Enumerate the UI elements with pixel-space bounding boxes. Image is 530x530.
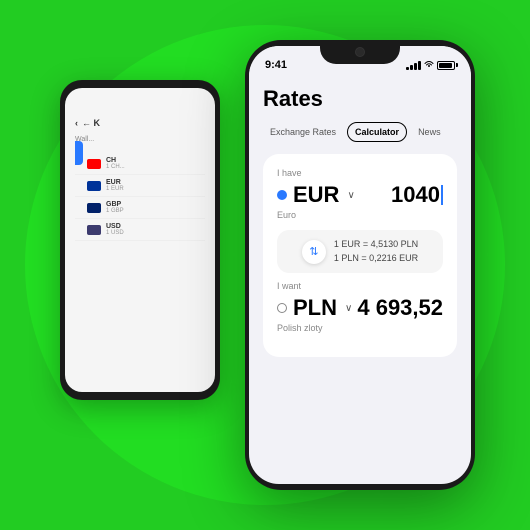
status-time: 9:41	[265, 59, 287, 71]
gbp-flag	[87, 203, 101, 213]
want-currency-selector[interactable]: PLN ∨	[277, 295, 352, 321]
gbp-sub: 1 GBP	[106, 208, 124, 214]
eur-info: EUR 1 EUR	[106, 179, 124, 192]
app-content: Rates Exchange Rates Calculator News Com…	[249, 78, 471, 357]
usd-info: USD 1 USD	[106, 223, 124, 236]
have-currency-name: Euro	[277, 210, 443, 220]
usd-flag	[87, 225, 101, 235]
bg-wallet-label: Wall...	[75, 136, 205, 143]
tabs-container: Exchange Rates Calculator News Commentar…	[263, 122, 457, 142]
battery-fill	[439, 63, 452, 68]
background-phone: ‹ ← K Wall... CH 1 CH...	[60, 80, 220, 400]
battery-icon	[437, 61, 455, 70]
rate-line-2: 1 PLN = 0,2216 EUR	[334, 253, 418, 263]
rate-line-1: 1 EUR = 4,5130 PLN	[334, 239, 418, 249]
want-chevron-icon: ∨	[345, 303, 352, 314]
swap-button[interactable]: ⇅	[302, 240, 326, 264]
want-currency-code: PLN	[293, 295, 337, 321]
background-phone-screen: ‹ ← K Wall... CH 1 CH...	[65, 88, 215, 392]
have-currency-row: EUR ∨ 1040	[277, 182, 443, 208]
text-cursor	[441, 185, 443, 205]
have-currency-code: EUR	[293, 182, 339, 208]
have-currency-dot	[277, 190, 287, 200]
wifi-icon	[424, 60, 434, 70]
bg-header-text: ← K	[82, 118, 100, 128]
have-amount-container[interactable]: 1040	[391, 182, 443, 208]
signal-bar-3	[414, 63, 417, 70]
main-phone-screen: 9:41	[249, 46, 471, 484]
bg-currency-chf: CH 1 CH...	[75, 153, 205, 175]
want-currency-name: Polish zloty	[277, 323, 443, 333]
signal-bars	[406, 61, 421, 70]
bg-currency-eur: EUR 1 EUR	[75, 175, 205, 197]
gbp-info: GBP 1 GBP	[106, 201, 124, 214]
tab-exchange-rates[interactable]: Exchange Rates	[263, 123, 343, 141]
usd-code: USD	[106, 223, 124, 230]
rate-text: 1 EUR = 4,5130 PLN 1 PLN = 0,2216 EUR	[334, 238, 418, 265]
exchange-rate-box: ⇅ 1 EUR = 4,5130 PLN 1 PLN = 0,2216 EUR	[277, 230, 443, 273]
chf-flag	[87, 159, 101, 169]
main-phone: 9:41	[245, 40, 475, 490]
bg-back-icon: ‹	[75, 118, 78, 128]
calculator-card: I have EUR ∨ 1040 Euro	[263, 154, 457, 357]
want-currency-row: PLN ∨ 4 693,52	[277, 295, 443, 321]
chf-info: CH 1 CH...	[106, 157, 125, 170]
page-title: Rates	[263, 86, 457, 112]
bg-currency-gbp: GBP 1 GBP	[75, 197, 205, 219]
phone-notch	[320, 40, 400, 64]
want-section: I want PLN ∨ 4 693,52 Polish zloty	[277, 281, 443, 333]
want-currency-dot	[277, 303, 287, 313]
have-amount: 1040	[391, 182, 440, 208]
signal-bar-1	[406, 67, 409, 70]
want-amount: 4 693,52	[357, 295, 443, 321]
bg-phone-header: ‹ ← K	[75, 118, 205, 128]
tab-commentaries[interactable]: Commentaries	[452, 123, 457, 141]
signal-bar-2	[410, 65, 413, 70]
eur-code: EUR	[106, 179, 124, 186]
tab-calculator[interactable]: Calculator	[347, 122, 407, 142]
chf-code: CH	[106, 157, 125, 164]
have-currency-selector[interactable]: EUR ∨	[277, 182, 355, 208]
status-icons	[406, 60, 455, 70]
eur-sub: 1 EUR	[106, 186, 124, 192]
signal-bar-4	[418, 61, 421, 70]
blue-active-indicator	[75, 141, 83, 165]
gbp-code: GBP	[106, 201, 124, 208]
eur-flag	[87, 181, 101, 191]
have-chevron-icon: ∨	[347, 190, 354, 201]
bg-currency-usd: USD 1 USD	[75, 219, 205, 241]
chf-sub: 1 CH...	[106, 164, 125, 170]
notch-camera	[355, 47, 365, 57]
swap-arrows-icon: ⇅	[309, 245, 318, 258]
want-label: I want	[277, 281, 443, 291]
bg-phone-content: ‹ ← K Wall... CH 1 CH...	[65, 88, 215, 251]
have-label: I have	[277, 168, 443, 178]
scene: ‹ ← K Wall... CH 1 CH...	[0, 0, 530, 530]
usd-sub: 1 USD	[106, 230, 124, 236]
tab-news[interactable]: News	[411, 123, 448, 141]
